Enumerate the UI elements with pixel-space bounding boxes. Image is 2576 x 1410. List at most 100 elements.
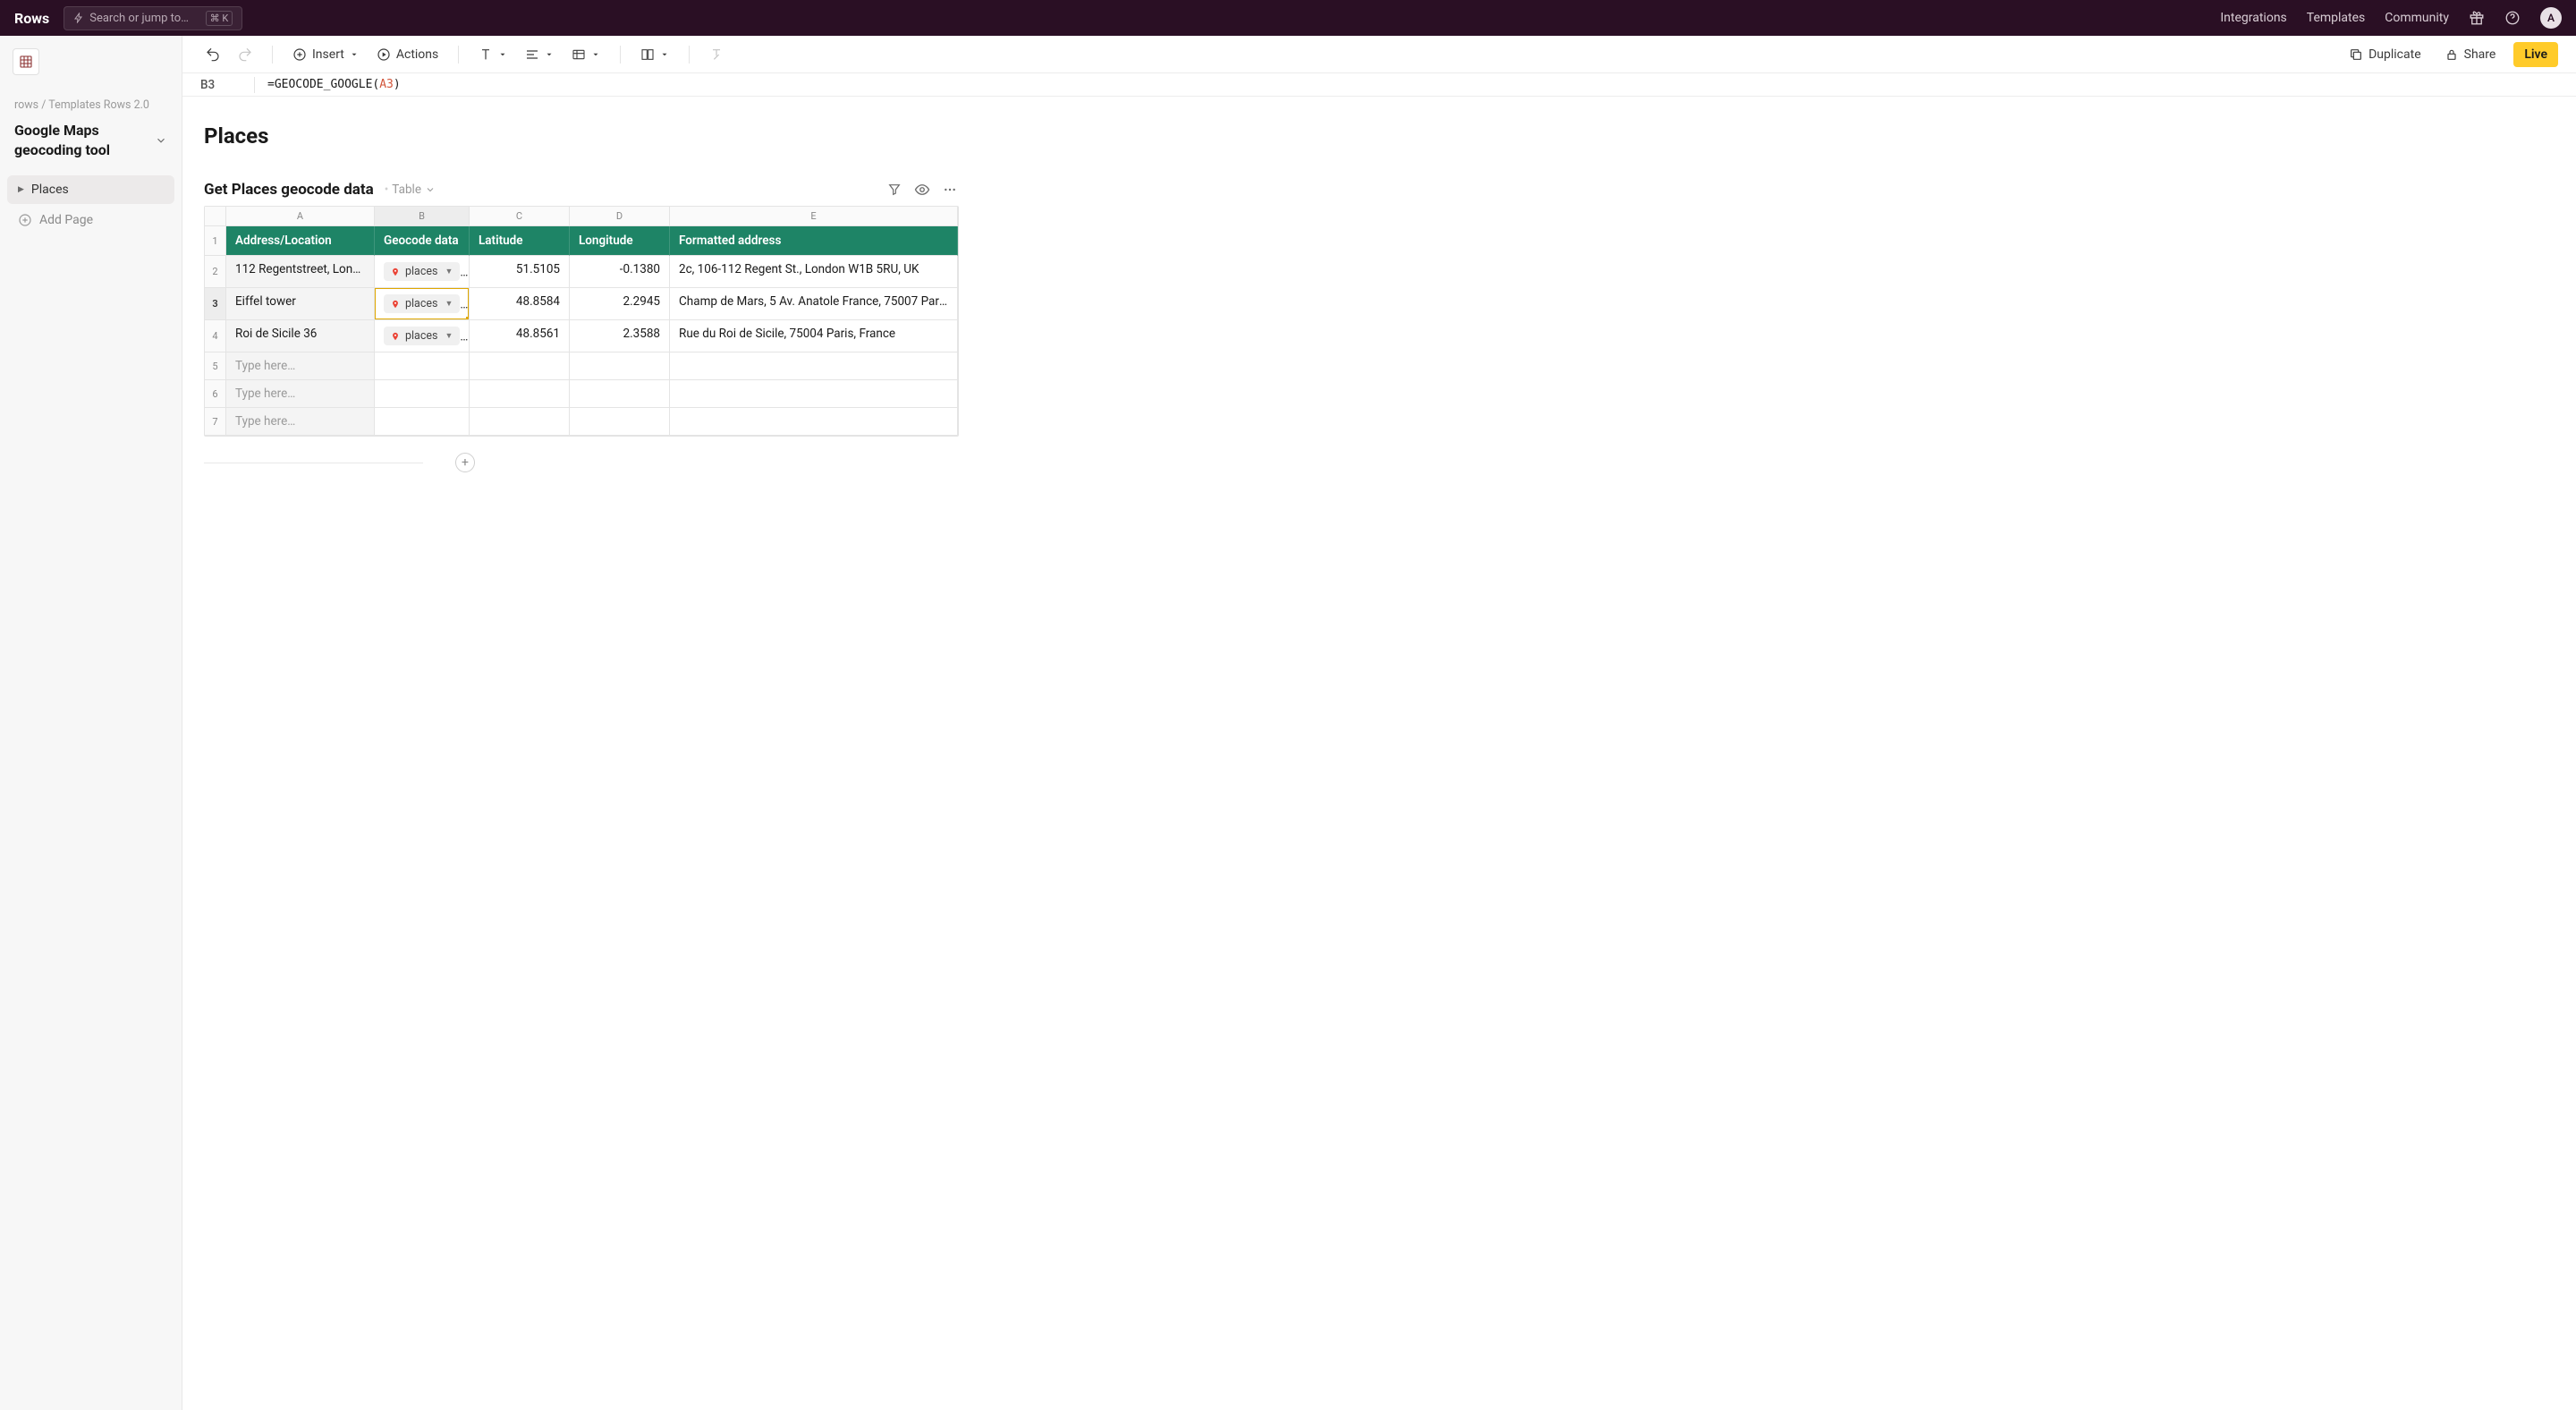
eye-icon[interactable] bbox=[914, 182, 930, 198]
cell-empty[interactable] bbox=[570, 352, 670, 380]
global-search[interactable]: Search or jump to… ⌘ K bbox=[64, 6, 242, 30]
cell-empty[interactable] bbox=[470, 408, 570, 436]
cell-empty[interactable] bbox=[570, 380, 670, 408]
active-cell-ref[interactable]: B3 bbox=[200, 78, 254, 92]
duplicate-button[interactable]: Duplicate bbox=[2343, 44, 2427, 65]
plus-circle-icon bbox=[18, 213, 32, 227]
spreadsheet-table: A B C D E 1 Address/Location Geocode dat… bbox=[204, 206, 959, 437]
cell-empty[interactable] bbox=[470, 352, 570, 380]
th-geocode[interactable]: Geocode data bbox=[375, 226, 470, 256]
caret-right-icon: ▶ bbox=[18, 185, 24, 194]
th-longitude[interactable]: Longitude bbox=[570, 226, 670, 256]
row-number[interactable]: 1 bbox=[205, 226, 226, 256]
cell-address[interactable]: Eiffel tower bbox=[226, 288, 375, 320]
cell-lng[interactable]: 2.2945 bbox=[570, 288, 670, 320]
cell-empty[interactable] bbox=[375, 408, 470, 436]
places-chip[interactable]: places▼ bbox=[384, 327, 460, 345]
cell-lat[interactable]: 48.8561 bbox=[470, 320, 570, 352]
align-button[interactable] bbox=[520, 44, 559, 65]
view-type-selector[interactable]: • Table bbox=[385, 183, 436, 197]
bolt-icon bbox=[73, 13, 84, 23]
cell-format-button[interactable] bbox=[566, 44, 606, 65]
th-latitude[interactable]: Latitude bbox=[470, 226, 570, 256]
cell-address-empty[interactable]: Type here… bbox=[226, 408, 375, 436]
sidebar-page-places[interactable]: ▶ Places bbox=[7, 175, 174, 204]
breadcrumb[interactable]: rows / Templates Rows 2.0 bbox=[7, 98, 174, 112]
cell-empty[interactable] bbox=[670, 352, 958, 380]
cell-address[interactable]: 112 Regentstreet, Londo bbox=[226, 256, 375, 288]
row-number[interactable]: 5 bbox=[205, 352, 226, 380]
row-number[interactable]: 7 bbox=[205, 408, 226, 436]
th-address[interactable]: Address/Location bbox=[226, 226, 375, 256]
fill-handle[interactable] bbox=[466, 317, 470, 320]
section-title[interactable]: Get Places geocode data bbox=[204, 181, 374, 199]
places-chip[interactable]: places▼ bbox=[384, 262, 460, 281]
add-section-button[interactable]: + bbox=[455, 453, 475, 472]
nav-templates[interactable]: Templates bbox=[2307, 11, 2366, 25]
row-number[interactable]: 3 bbox=[205, 288, 226, 320]
row-number[interactable]: 4 bbox=[205, 320, 226, 352]
doc-menu-chevron-icon[interactable] bbox=[155, 134, 167, 147]
col-header-d[interactable]: D bbox=[570, 207, 670, 226]
th-formatted[interactable]: Formatted address bbox=[670, 226, 958, 256]
nav-integrations[interactable]: Integrations bbox=[2220, 11, 2286, 25]
insert-button[interactable]: Insert bbox=[287, 44, 364, 65]
top-nav: Integrations Templates Community A bbox=[2220, 7, 2562, 29]
undo-button[interactable] bbox=[200, 44, 225, 65]
cell-lng[interactable]: 2.3588 bbox=[570, 320, 670, 352]
select-all-corner[interactable] bbox=[205, 207, 226, 226]
filter-icon[interactable] bbox=[887, 183, 902, 197]
col-header-c[interactable]: C bbox=[470, 207, 570, 226]
row-number[interactable]: 2 bbox=[205, 256, 226, 288]
cell-address-empty[interactable]: Type here… bbox=[226, 380, 375, 408]
cell-empty[interactable] bbox=[670, 380, 958, 408]
gift-icon[interactable] bbox=[2469, 10, 2485, 26]
user-avatar[interactable]: A bbox=[2540, 7, 2562, 29]
formula-input[interactable]: =GEOCODE_GOOGLE(A3) bbox=[267, 78, 401, 91]
layout-button[interactable] bbox=[635, 44, 674, 65]
cell-address[interactable]: Roi de Sicile 36 bbox=[226, 320, 375, 352]
main: Insert Actions bbox=[182, 36, 2576, 1410]
cell-lat[interactable]: 48.8584 bbox=[470, 288, 570, 320]
more-icon[interactable] bbox=[943, 183, 957, 197]
add-page-button[interactable]: Add Page bbox=[7, 204, 174, 236]
actions-button[interactable]: Actions bbox=[371, 44, 444, 65]
document-title[interactable]: Google Maps geocoding tool bbox=[14, 121, 140, 159]
cell-empty[interactable] bbox=[470, 380, 570, 408]
cell-geocode[interactable]: places▼ bbox=[375, 320, 470, 352]
col-header-a[interactable]: A bbox=[226, 207, 375, 226]
topbar: Rows Search or jump to… ⌘ K Integrations… bbox=[0, 0, 2576, 36]
page-title[interactable]: Places bbox=[204, 123, 2555, 149]
share-button[interactable]: Share bbox=[2439, 44, 2502, 65]
cell-formatted[interactable]: 2c, 106-112 Regent St., London W1B 5RU, … bbox=[670, 256, 958, 288]
view-grid-icon[interactable] bbox=[13, 48, 39, 75]
cell-geocode[interactable]: places▼ bbox=[375, 256, 470, 288]
cell-formatted[interactable]: Champ de Mars, 5 Av. Anatole France, 750… bbox=[670, 288, 958, 320]
cell-empty[interactable] bbox=[375, 380, 470, 408]
nav-community[interactable]: Community bbox=[2385, 11, 2449, 25]
formula-bar: B3 =GEOCODE_GOOGLE(A3) bbox=[182, 73, 2576, 97]
col-header-e[interactable]: E bbox=[670, 207, 958, 226]
col-header-b[interactable]: B bbox=[375, 207, 470, 226]
text-format-button[interactable] bbox=[473, 44, 513, 65]
cell-address-empty[interactable]: Type here… bbox=[226, 352, 375, 380]
places-chip[interactable]: places▼ bbox=[384, 294, 460, 313]
app-logo[interactable]: Rows bbox=[14, 10, 49, 27]
cell-formatted[interactable]: Rue du Roi de Sicile, 75004 Paris, Franc… bbox=[670, 320, 958, 352]
cell-empty[interactable] bbox=[670, 408, 958, 436]
sidebar-page-label: Places bbox=[31, 183, 69, 197]
row-number[interactable]: 6 bbox=[205, 380, 226, 408]
cell-lng[interactable]: -0.1380 bbox=[570, 256, 670, 288]
live-button[interactable]: Live bbox=[2513, 42, 2558, 67]
search-shortcut: ⌘ K bbox=[206, 11, 233, 26]
redo-button[interactable] bbox=[233, 44, 258, 65]
sidebar: rows / Templates Rows 2.0 Google Maps ge… bbox=[0, 36, 182, 1410]
cell-geocode-selected[interactable]: places▼ bbox=[375, 288, 470, 320]
cell-lat[interactable]: 51.5105 bbox=[470, 256, 570, 288]
cell-empty[interactable] bbox=[570, 408, 670, 436]
help-icon[interactable] bbox=[2504, 10, 2521, 26]
toolbar: Insert Actions bbox=[182, 36, 2576, 73]
clear-format-button[interactable] bbox=[704, 44, 729, 65]
cell-empty[interactable] bbox=[375, 352, 470, 380]
search-placeholder: Search or jump to… bbox=[89, 12, 189, 25]
